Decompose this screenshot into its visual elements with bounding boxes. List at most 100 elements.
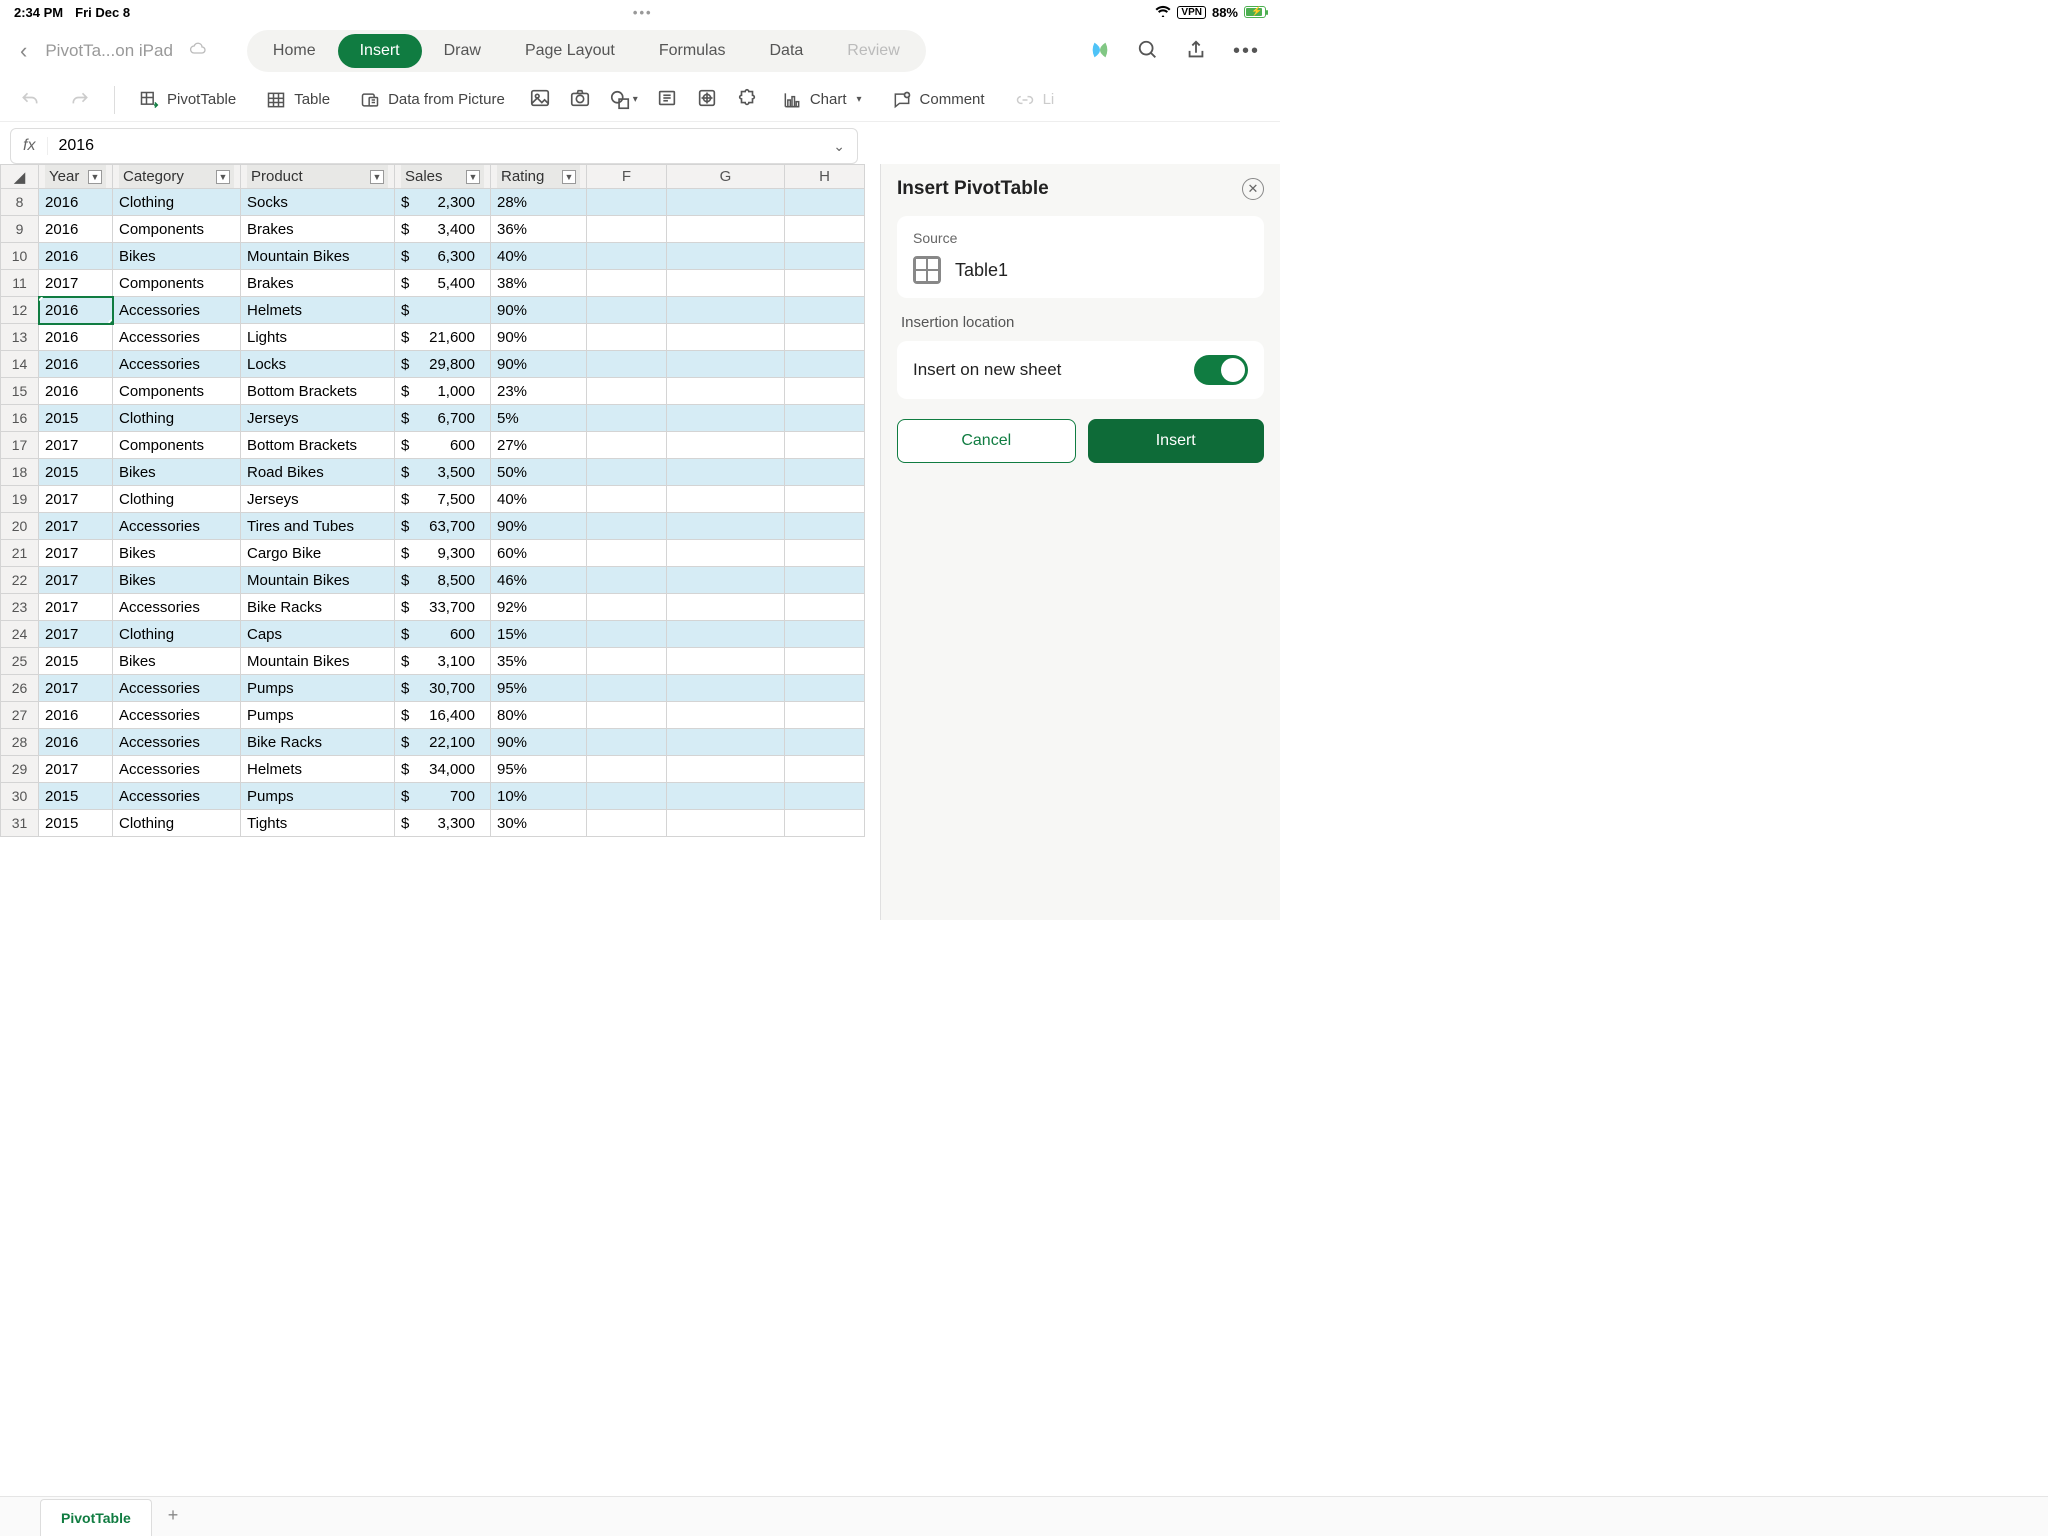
cell-category[interactable]: Accessories — [113, 513, 241, 540]
cell-empty[interactable] — [667, 486, 785, 513]
add-sheet-button[interactable]: + — [152, 1495, 195, 1536]
row-header[interactable]: 31 — [1, 810, 39, 837]
cell-product[interactable]: Pumps — [241, 783, 395, 810]
cell-category[interactable]: Clothing — [113, 486, 241, 513]
tab-page-layout[interactable]: Page Layout — [503, 34, 637, 68]
table-row[interactable]: 302015AccessoriesPumps$70010% — [1, 783, 865, 810]
row-header[interactable]: 23 — [1, 594, 39, 621]
cell-year[interactable]: 2015 — [39, 810, 113, 837]
undo-button[interactable] — [14, 86, 46, 114]
cell-empty[interactable] — [785, 810, 865, 837]
tab-formulas[interactable]: Formulas — [637, 34, 748, 68]
cell-empty[interactable] — [667, 513, 785, 540]
table-row[interactable]: 262017AccessoriesPumps$30,70095% — [1, 675, 865, 702]
cell-product[interactable]: Helmets — [241, 297, 395, 324]
cell-empty[interactable] — [587, 594, 667, 621]
cell-empty[interactable] — [785, 594, 865, 621]
cell-empty[interactable] — [587, 729, 667, 756]
cancel-button[interactable]: Cancel — [897, 419, 1076, 463]
row-header[interactable]: 25 — [1, 648, 39, 675]
cell-empty[interactable] — [785, 405, 865, 432]
cell-year[interactable]: 2015 — [39, 405, 113, 432]
cell-empty[interactable] — [587, 270, 667, 297]
camera-button[interactable] — [569, 87, 591, 112]
cell-rating[interactable]: 80% — [491, 702, 587, 729]
cell-sales[interactable]: $700 — [395, 783, 491, 810]
cell-empty[interactable] — [667, 351, 785, 378]
cell-sales[interactable]: $34,000 — [395, 756, 491, 783]
cell-empty[interactable] — [667, 459, 785, 486]
cell-category[interactable]: Components — [113, 270, 241, 297]
cell-rating[interactable]: 5% — [491, 405, 587, 432]
cell-empty[interactable] — [667, 243, 785, 270]
formula-bar[interactable]: fx 2016 ⌄ — [10, 128, 858, 164]
filter-sales[interactable]: ▼ — [466, 170, 480, 184]
cell-empty[interactable] — [587, 486, 667, 513]
cell-empty[interactable] — [667, 189, 785, 216]
cell-year[interactable]: 2017 — [39, 270, 113, 297]
filter-rating[interactable]: ▼ — [562, 170, 576, 184]
cell-category[interactable]: Bikes — [113, 243, 241, 270]
filter-product[interactable]: ▼ — [370, 170, 384, 184]
cell-category[interactable]: Bikes — [113, 567, 241, 594]
autosave-cloud-icon[interactable] — [189, 42, 207, 61]
cell-product[interactable]: Pumps — [241, 702, 395, 729]
cell-empty[interactable] — [785, 189, 865, 216]
cell-category[interactable]: Accessories — [113, 783, 241, 810]
back-button[interactable]: ‹ — [14, 38, 33, 64]
multitask-dots[interactable]: ••• — [633, 5, 653, 20]
cell-year[interactable]: 2017 — [39, 675, 113, 702]
cell-empty[interactable] — [667, 324, 785, 351]
cell-sales[interactable]: $600 — [395, 621, 491, 648]
cell-category[interactable]: Accessories — [113, 351, 241, 378]
cell-sales[interactable]: $6,300 — [395, 243, 491, 270]
cell-empty[interactable] — [587, 216, 667, 243]
row-header[interactable]: 20 — [1, 513, 39, 540]
cell-category[interactable]: Components — [113, 378, 241, 405]
cell-empty[interactable] — [785, 648, 865, 675]
cell-empty[interactable] — [587, 459, 667, 486]
cell-year[interactable]: 2016 — [39, 378, 113, 405]
cell-year[interactable]: 2016 — [39, 351, 113, 378]
tab-home[interactable]: Home — [251, 34, 338, 68]
cell-category[interactable]: Accessories — [113, 594, 241, 621]
row-header[interactable]: 29 — [1, 756, 39, 783]
cell-year[interactable]: 2015 — [39, 648, 113, 675]
cell-empty[interactable] — [667, 621, 785, 648]
cell-empty[interactable] — [587, 405, 667, 432]
cell-category[interactable]: Bikes — [113, 540, 241, 567]
col-A[interactable]: Year▼ — [39, 165, 113, 189]
cell-year[interactable]: 2016 — [39, 729, 113, 756]
cell-category[interactable]: Accessories — [113, 324, 241, 351]
cell-rating[interactable]: 95% — [491, 675, 587, 702]
table-row[interactable]: 192017ClothingJerseys$7,50040% — [1, 486, 865, 513]
tab-draw[interactable]: Draw — [422, 34, 503, 68]
textbox-button[interactable] — [656, 87, 678, 112]
cell-rating[interactable]: 15% — [491, 621, 587, 648]
cell-year[interactable]: 2016 — [39, 243, 113, 270]
cell-sales[interactable]: $9,300 — [395, 540, 491, 567]
cell-empty[interactable] — [587, 540, 667, 567]
row-header[interactable]: 30 — [1, 783, 39, 810]
cell-product[interactable]: Tights — [241, 810, 395, 837]
cell-empty[interactable] — [785, 459, 865, 486]
row-header[interactable]: 18 — [1, 459, 39, 486]
cell-year[interactable]: 2017 — [39, 540, 113, 567]
cell-sales[interactable]: $600 — [395, 432, 491, 459]
cell-empty[interactable] — [785, 702, 865, 729]
cell-empty[interactable] — [785, 486, 865, 513]
col-G[interactable]: G — [667, 165, 785, 189]
cell-year[interactable]: 2016 — [39, 297, 113, 324]
row-header[interactable]: 28 — [1, 729, 39, 756]
cell-product[interactable]: Bike Racks — [241, 594, 395, 621]
cell-rating[interactable]: 90% — [491, 729, 587, 756]
chart-button[interactable]: Chart ▾ — [776, 86, 868, 114]
cell-empty[interactable] — [667, 432, 785, 459]
cell-sales[interactable]: $63,700 — [395, 513, 491, 540]
table-row[interactable]: 232017AccessoriesBike Racks$33,70092% — [1, 594, 865, 621]
formula-value[interactable]: 2016 — [48, 137, 821, 155]
cell-empty[interactable] — [785, 540, 865, 567]
table-row[interactable]: 312015ClothingTights$3,30030% — [1, 810, 865, 837]
row-header[interactable]: 17 — [1, 432, 39, 459]
table-row[interactable]: 142016AccessoriesLocks$29,80090% — [1, 351, 865, 378]
